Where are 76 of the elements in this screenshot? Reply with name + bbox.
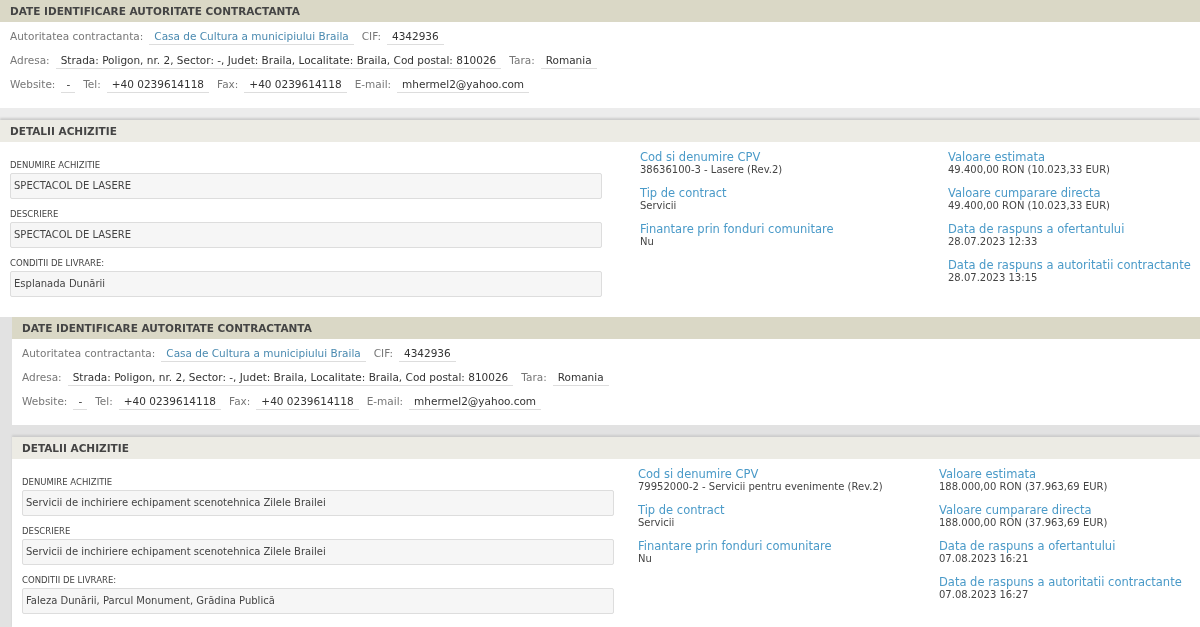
- field-value: Strada: Poligon, nr. 2, Sector: -, Judet: Braila, Localitate: Braila, Cod postal: 810026: [67, 371, 514, 386]
- field-value: +40 0239614118: [118, 395, 222, 410]
- field-label: CIF:: [373, 347, 393, 359]
- info-value: 49.400,00 RON (10.023,33 EUR): [948, 200, 1111, 211]
- readonly-field[interactable]: Esplanada Dunării: [10, 271, 602, 297]
- field-label: Website:: [22, 395, 68, 407]
- info-label: Data de raspuns a ofertantului: [948, 222, 1126, 236]
- field-label: E-mail:: [366, 395, 404, 407]
- info-value: 28.07.2023 13:15: [948, 272, 1039, 283]
- info-value: 07.08.2023 16:21: [939, 553, 1030, 564]
- info-label: Valoare cumparare directa: [939, 503, 1093, 517]
- field-label: CONDITII DE LIVRARE:: [10, 258, 106, 268]
- field-label: CONDITII DE LIVRARE:: [22, 575, 118, 585]
- info-value: 188.000,00 RON (37.963,69 EUR): [939, 481, 1109, 492]
- info-value: Servicii: [638, 517, 676, 528]
- field-label: Autoritatea contractanta:: [22, 347, 156, 359]
- section-header: DATE IDENTIFICARE AUTORITATE CONTRACTANTA: [12, 317, 1200, 339]
- readonly-field[interactable]: Servicii de inchiriere echipament scenotehnica Zilele Brailei: [22, 539, 614, 565]
- authority-link[interactable]: Casa de Cultura a municipiului Braila: [161, 347, 366, 362]
- field-label: Tara:: [521, 371, 547, 383]
- info-label: Valoare estimata: [948, 150, 1047, 164]
- info-label: Data de raspuns a ofertantului: [939, 539, 1117, 553]
- info-label: Tip de contract: [640, 186, 728, 200]
- field-value: mhermel2@yahoo.com: [409, 395, 542, 410]
- info-label: Valoare cumparare directa: [948, 186, 1102, 200]
- field-label: E-mail:: [354, 78, 392, 90]
- field-value: Romania: [552, 371, 609, 386]
- field-label: Adresa:: [10, 54, 50, 66]
- field-value: +40 0239614118: [106, 78, 210, 93]
- field-label: Fax:: [217, 78, 239, 90]
- info-label: Tip de contract: [638, 503, 726, 517]
- info-value: 79952000-2 - Servicii pentru evenimente (Rev.2): [638, 481, 884, 492]
- field-label: Fax:: [229, 395, 251, 407]
- field-value: Romania: [540, 54, 597, 69]
- info-value: Nu: [640, 236, 655, 247]
- field-label: Tara:: [509, 54, 535, 66]
- section-header: DATE IDENTIFICARE AUTORITATE CONTRACTANTA: [0, 0, 1200, 22]
- info-value: 49.400,00 RON (10.023,33 EUR): [948, 164, 1111, 175]
- info-label: Data de raspuns a autoritatii contractante: [948, 258, 1191, 272]
- info-value: 07.08.2023 16:27: [939, 589, 1030, 600]
- field-label: Tel:: [95, 395, 113, 407]
- field-label: Autoritatea contractanta:: [10, 30, 144, 42]
- readonly-field[interactable]: Faleza Dunării, Parcul Monument, Grădina Publică: [22, 588, 614, 614]
- field-value: +40 0239614118: [256, 395, 359, 410]
- readonly-field[interactable]: SPECTACOL DE LASERE: [10, 173, 602, 199]
- field-label: DESCRIERE: [22, 526, 72, 536]
- field-label: DESCRIERE: [10, 209, 60, 219]
- field-label: Website:: [10, 78, 56, 90]
- section-header: DETALII ACHIZITIE: [0, 120, 1200, 142]
- field-value: 4342936: [398, 347, 456, 362]
- info-label: Finantare prin fonduri comunitare: [640, 222, 835, 236]
- readonly-field[interactable]: SPECTACOL DE LASERE: [10, 222, 602, 248]
- info-value: Nu: [638, 553, 653, 564]
- info-label: Cod si denumire CPV: [638, 467, 760, 481]
- readonly-field[interactable]: Servicii de inchiriere echipament scenotehnica Zilele Brailei: [22, 490, 614, 516]
- field-value: 4342936: [386, 30, 444, 45]
- field-value: Strada: Poligon, nr. 2, Sector: -, Judet: Braila, Localitate: Braila, Cod postal: 810026: [55, 54, 502, 69]
- info-value: 28.07.2023 12:33: [948, 236, 1039, 247]
- info-label: Cod si denumire CPV: [640, 150, 762, 164]
- field-value: +40 0239614118: [244, 78, 347, 93]
- field-label: Adresa:: [22, 371, 62, 383]
- field-label: CIF:: [361, 30, 381, 42]
- info-label: Finantare prin fonduri comunitare: [638, 539, 833, 553]
- info-value: 188.000,00 RON (37.963,69 EUR): [939, 517, 1109, 528]
- section-header: DETALII ACHIZITIE: [12, 437, 1200, 459]
- field-value: mhermel2@yahoo.com: [397, 78, 530, 93]
- field-value: -: [73, 395, 88, 410]
- info-value: Servicii: [640, 200, 678, 211]
- info-label: Valoare estimata: [939, 467, 1038, 481]
- field-label: DENUMIRE ACHIZITIE: [10, 160, 102, 170]
- authority-link[interactable]: Casa de Cultura a municipiului Braila: [149, 30, 354, 45]
- info-label: Data de raspuns a autoritatii contractante: [939, 575, 1183, 589]
- field-value: -: [61, 78, 76, 93]
- field-label: DENUMIRE ACHIZITIE: [22, 477, 114, 487]
- info-value: 38636100-3 - Lasere (Rev.2): [640, 164, 784, 175]
- field-label: Tel:: [83, 78, 101, 90]
